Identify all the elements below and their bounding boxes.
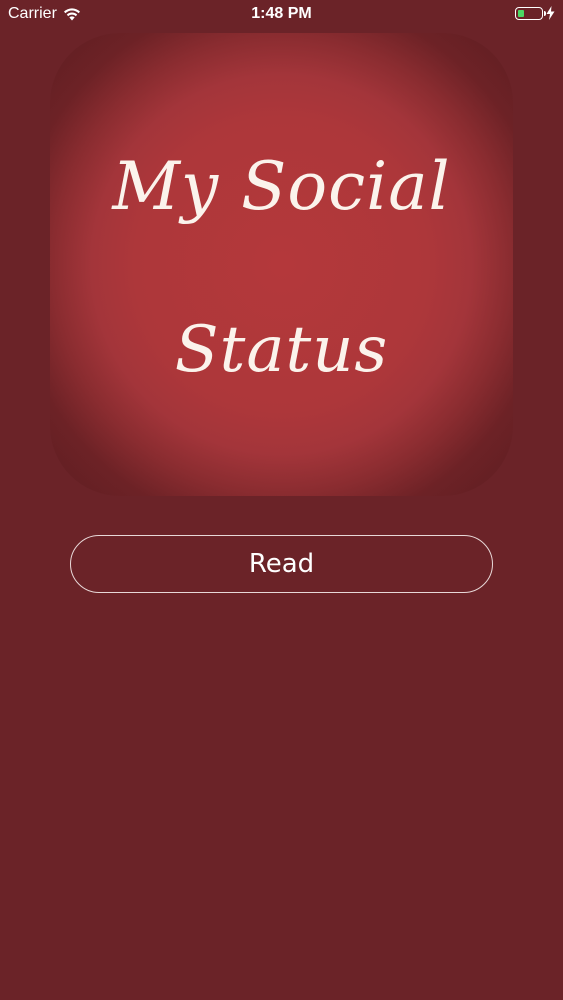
battery-status bbox=[515, 6, 555, 20]
status-time: 1:48 PM bbox=[251, 5, 312, 22]
read-button[interactable]: Read bbox=[70, 535, 493, 593]
logo-title-line-1: My Social bbox=[112, 148, 451, 225]
logo-title-line-2: Status bbox=[174, 313, 389, 387]
charging-bolt-icon bbox=[546, 6, 555, 20]
battery-icon bbox=[515, 6, 546, 20]
battery-level bbox=[518, 9, 524, 17]
status-bar: Carrier 1:48 PM bbox=[0, 0, 563, 30]
app-logo: My Social Status bbox=[50, 33, 513, 496]
